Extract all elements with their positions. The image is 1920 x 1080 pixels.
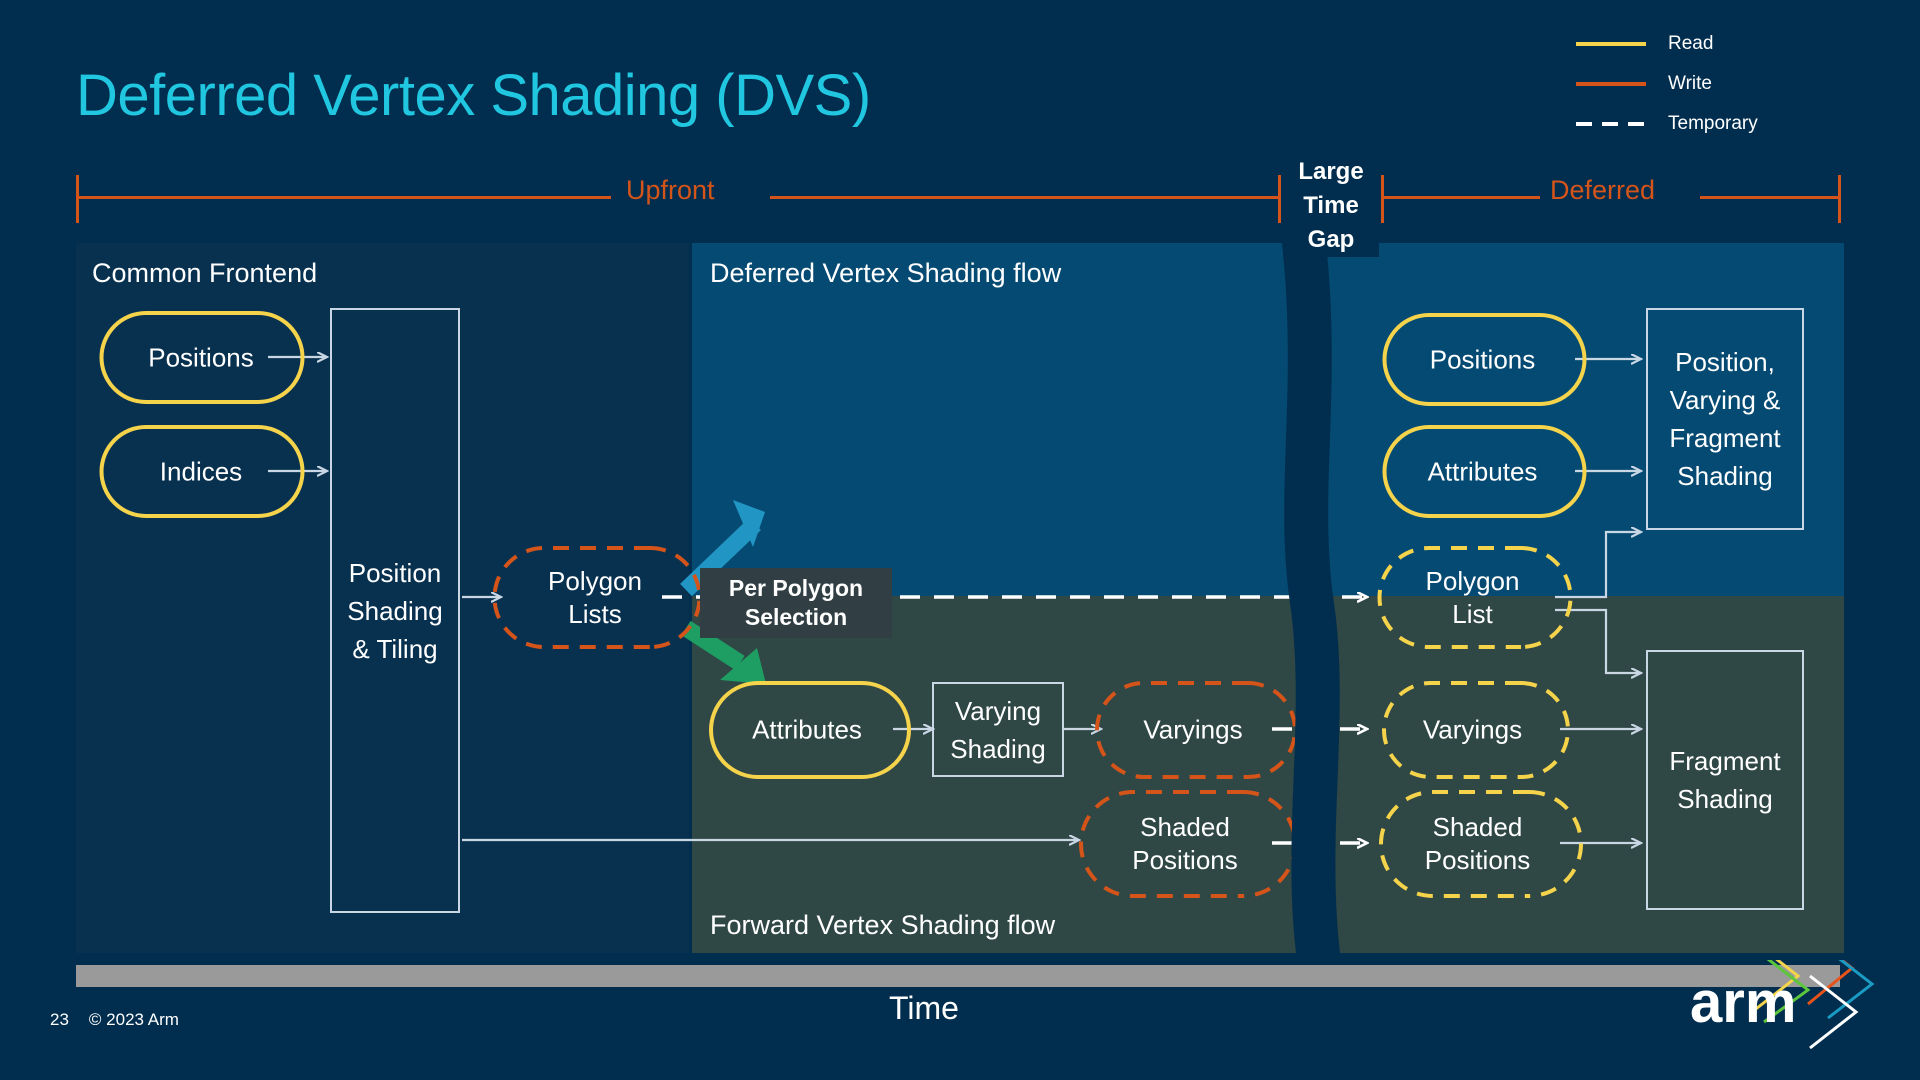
bracket-line-deferred-left: [1384, 196, 1540, 199]
buffer-polygon-list-read: Polygon List: [1377, 545, 1573, 650]
buffer-varyings-write: Varyings: [1095, 680, 1297, 780]
process-line-2: Shading: [347, 595, 443, 626]
per-polygon-selection-label: Per Polygon Selection: [700, 568, 892, 638]
legend-item-read: Read: [1576, 24, 1906, 64]
panel-title-dvs: Deferred Vertex Shading flow: [710, 258, 1062, 288]
bracket-cap-right: [1838, 175, 1841, 223]
process-line-4: Shading: [1677, 461, 1773, 491]
gap-label-line-1: Large: [1298, 158, 1364, 185]
legend-item-temporary: Temporary: [1576, 104, 1906, 144]
buffer-varyings-read: Varyings: [1382, 680, 1570, 780]
bracket-line-deferred-right: [1700, 196, 1838, 199]
legend-label: Read: [1668, 33, 1714, 54]
legend-item-write: Write: [1576, 64, 1906, 104]
gap-label-line-2: Time: [1303, 192, 1359, 219]
panel-title-frontend: Common Frontend: [92, 258, 318, 288]
gap-label-line-3: Gap: [1307, 226, 1355, 253]
panel-title-forward: Forward Vertex Shading flow: [710, 910, 1056, 940]
arm-logo-text: arm: [1690, 970, 1796, 1035]
annotation-line-1: Per Polygon: [728, 575, 864, 601]
process-position-shading-tiling: Position Shading & Tiling: [330, 308, 460, 913]
process-line-2: Shading: [950, 733, 1046, 764]
page-number: 23: [50, 1010, 69, 1029]
bracket-line-upfront-right: [770, 196, 1278, 199]
process-line-2: Shading: [1677, 784, 1773, 814]
annotation-line-2: Selection: [744, 604, 848, 630]
process-position-varying-fragment-shading: Position, Varying & Fragment Shading: [1646, 308, 1804, 530]
process-varying-shading: Varying Shading: [932, 682, 1064, 777]
time-axis-label: Time: [889, 990, 959, 1026]
timeline-label-deferred: Deferred: [1550, 175, 1656, 205]
footer: 23 © 2023 Arm: [50, 1010, 179, 1030]
process-line-1: Position: [348, 557, 442, 588]
time-gap-band: [1282, 243, 1340, 953]
process-line-1: Varying: [954, 695, 1042, 726]
buffer-shaded-positions-write: Shaded Positions: [1079, 789, 1297, 899]
bracket-cap-left: [76, 175, 79, 223]
page-title: Deferred Vertex Shading (DVS): [76, 63, 871, 128]
legend-label: Temporary: [1668, 113, 1758, 134]
legend: Read Write Temporary: [1576, 24, 1906, 144]
large-time-gap-label: Large Time Gap: [1283, 155, 1379, 257]
legend-label: Write: [1668, 73, 1712, 94]
buffer-polygon-lists-write: Polygon Lists: [492, 545, 702, 650]
bracket-line-upfront-left: [76, 196, 611, 199]
arm-logo: arm: [1690, 960, 1875, 1050]
bracket-cap-gap-right: [1381, 175, 1384, 223]
process-line-2: Varying &: [1669, 385, 1781, 415]
time-axis-bar: [76, 965, 1840, 987]
buffer-shaded-positions-read: Shaded Positions: [1379, 789, 1583, 899]
process-line-1: Fragment: [1669, 746, 1781, 776]
buffer-positions-deferred: Positions: [1382, 312, 1587, 407]
buffer-positions-input: Positions: [99, 310, 305, 405]
buffer-indices-input: Indices: [99, 424, 305, 519]
buffer-attributes-forward: Attributes: [709, 680, 911, 780]
buffer-attributes-deferred: Attributes: [1382, 424, 1587, 519]
process-line-3: & Tiling: [352, 633, 438, 664]
bracket-cap-gap-left: [1278, 175, 1281, 223]
process-fragment-shading: Fragment Shading: [1646, 650, 1804, 910]
process-line-1: Position,: [1675, 347, 1775, 377]
process-line-3: Fragment: [1669, 423, 1781, 453]
copyright-text: © 2023 Arm: [88, 1010, 179, 1029]
timeline-label-upfront: Upfront: [626, 175, 715, 205]
